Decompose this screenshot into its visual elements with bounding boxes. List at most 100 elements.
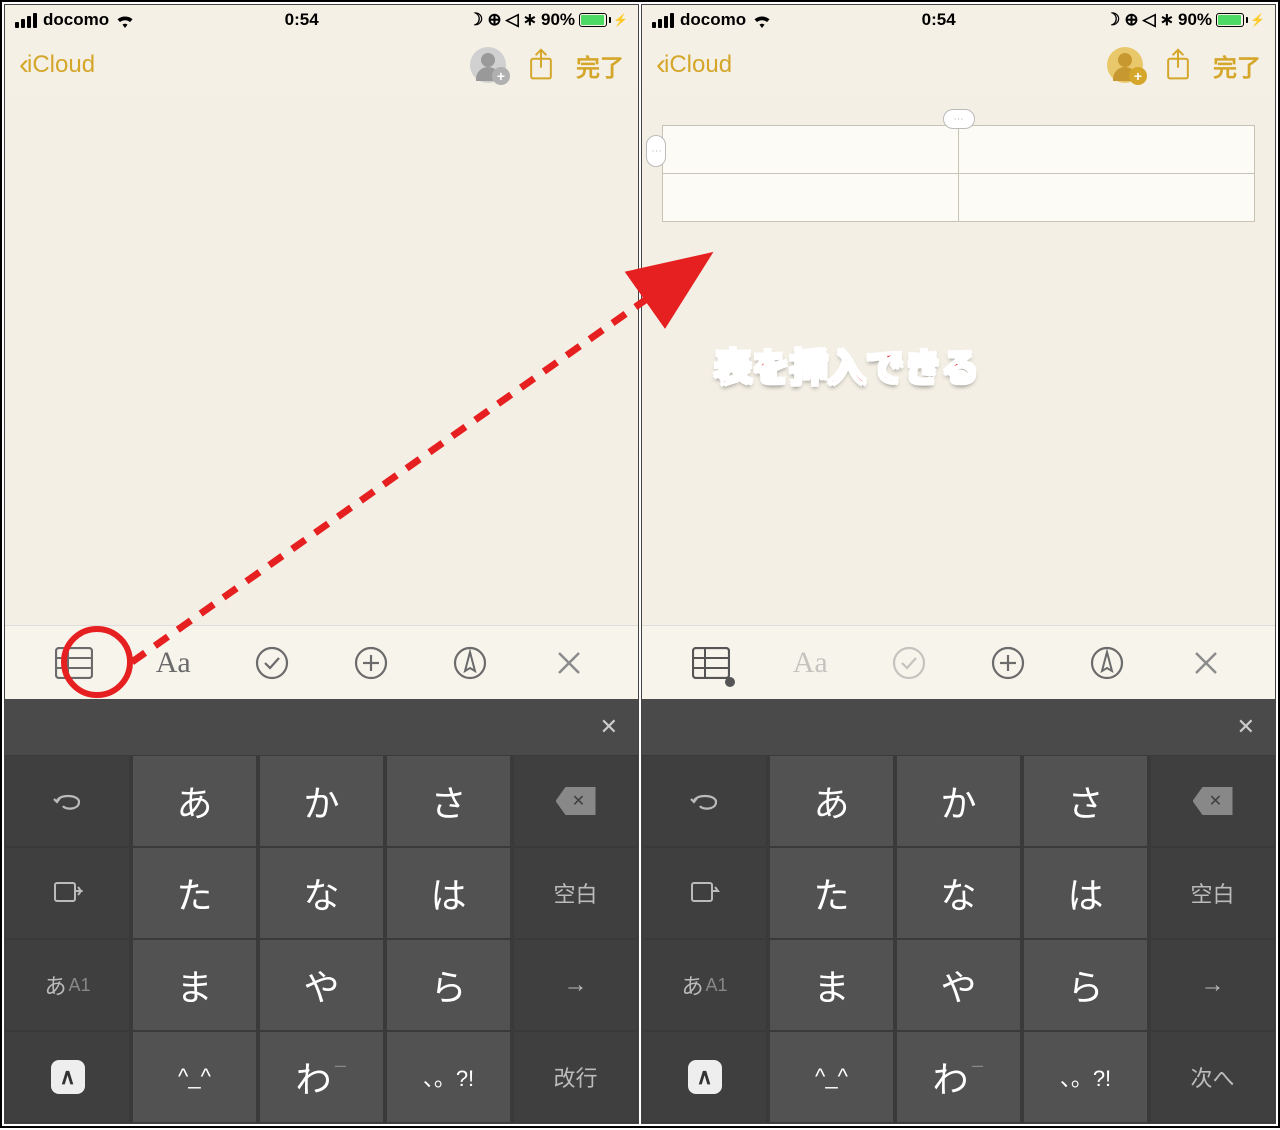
note-content[interactable]: ⋯ ⋮ 表を挿入できる (642, 95, 1275, 625)
checklist-button[interactable] (252, 643, 292, 683)
kana-a-key[interactable]: あ (769, 755, 894, 847)
table-cell[interactable] (959, 126, 1255, 174)
kana-na-key[interactable]: な (896, 847, 1021, 939)
back-button[interactable]: ‹ iCloud (19, 48, 95, 82)
add-button[interactable] (988, 643, 1028, 683)
kana-ya-key[interactable]: や (259, 939, 384, 1031)
collaborate-button[interactable]: + (470, 47, 506, 83)
kana-ma-key[interactable]: ま (769, 939, 894, 1031)
return-key[interactable]: 改行 (513, 1031, 638, 1123)
space-key[interactable]: 空白 (513, 847, 638, 939)
kana-ka-key[interactable]: か (896, 755, 1021, 847)
kana-ya-key[interactable]: や (896, 939, 1021, 1031)
keyboard-top-bar: ✕ (642, 699, 1275, 755)
add-button[interactable] (351, 643, 391, 683)
text-style-button[interactable]: Aa (790, 643, 830, 683)
next-keyboard-key[interactable] (5, 847, 130, 939)
back-label: iCloud (664, 51, 732, 79)
collaborate-button[interactable]: + (1107, 47, 1143, 83)
table-active-dot-icon (725, 677, 735, 687)
keyboard: ✕ あ か さ ✕ た な は 空白 あA1 ま や ら → (642, 699, 1275, 1123)
carrier-label: docomo (680, 10, 746, 30)
draw-button[interactable] (450, 643, 490, 683)
battery-icon: ⚡ (579, 13, 628, 27)
kana-ha-key[interactable]: は (386, 847, 511, 939)
return-key[interactable]: 次へ (1150, 1031, 1275, 1123)
punct-key[interactable]: 、。?! (386, 1031, 511, 1123)
alarm-icon: ⊕ (487, 10, 501, 30)
share-button[interactable] (1163, 48, 1193, 82)
kana-a-key[interactable]: あ (132, 755, 257, 847)
plus-badge-icon: + (492, 67, 510, 85)
battery-icon: ⚡ (1216, 13, 1265, 27)
kana-na-key[interactable]: な (259, 847, 384, 939)
arrow-key[interactable]: → (513, 939, 638, 1031)
dismiss-suggestions-button[interactable]: ✕ (1237, 714, 1255, 740)
table-button[interactable] (691, 643, 731, 683)
keyboard: ✕ あ か さ ✕ た な は 空白 あA1 ま や ら → (5, 699, 638, 1123)
table-row-handle[interactable]: ⋮ (646, 135, 666, 167)
table-column-handle[interactable]: ⋯ (943, 109, 975, 129)
emoticon-key[interactable]: ^_^ (769, 1031, 894, 1123)
text-style-button[interactable]: Aa (153, 643, 193, 683)
punct-key[interactable]: 、。?! (1023, 1031, 1148, 1123)
kana-ha-key[interactable]: は (1023, 847, 1148, 939)
location-icon: ◁ (506, 10, 519, 30)
dismiss-suggestions-button[interactable]: ✕ (600, 714, 618, 740)
phone-right: docomo 0:54 ☽ ⊕ ◁ ∗ 90% ⚡ ‹ iCloud + (641, 4, 1276, 1124)
inserted-table[interactable]: ⋯ ⋮ (662, 125, 1255, 222)
table-button[interactable] (54, 643, 94, 683)
kana-sa-key[interactable]: さ (1023, 755, 1148, 847)
checklist-button[interactable] (889, 643, 929, 683)
wifi-icon (752, 13, 772, 28)
kana-wa-key[interactable]: わー (259, 1031, 384, 1123)
share-button[interactable] (526, 48, 556, 82)
space-key[interactable]: 空白 (1150, 847, 1275, 939)
kana-sa-key[interactable]: さ (386, 755, 511, 847)
done-button[interactable]: 完了 (1213, 48, 1261, 83)
table-cell[interactable] (959, 174, 1255, 222)
plus-badge-icon: + (1129, 67, 1147, 85)
nav-bar: ‹ iCloud + 完了 (642, 35, 1275, 95)
kana-ta-key[interactable]: た (132, 847, 257, 939)
undo-key[interactable] (642, 755, 767, 847)
keyboard-top-bar: ✕ (5, 699, 638, 755)
kana-wa-key[interactable]: わー (896, 1031, 1021, 1123)
table-cell[interactable] (663, 174, 959, 222)
backspace-key[interactable]: ✕ (513, 755, 638, 847)
draw-button[interactable] (1087, 643, 1127, 683)
note-content[interactable] (5, 95, 638, 625)
signal-icon (652, 13, 674, 28)
status-bar: docomo 0:54 ☽ ⊕ ◁ ∗ 90% ⚡ (642, 5, 1275, 35)
back-button[interactable]: ‹ iCloud (656, 48, 732, 82)
kana-ma-key[interactable]: ま (132, 939, 257, 1031)
globe-key[interactable]: ∧ (5, 1031, 130, 1123)
bluetooth-icon: ∗ (1160, 10, 1174, 30)
emoticon-key[interactable]: ^_^ (132, 1031, 257, 1123)
kana-ra-key[interactable]: ら (386, 939, 511, 1031)
globe-key[interactable]: ∧ (642, 1031, 767, 1123)
back-label: iCloud (27, 51, 95, 79)
moon-icon: ☽ (468, 10, 483, 30)
undo-key[interactable] (5, 755, 130, 847)
backspace-key[interactable]: ✕ (1150, 755, 1275, 847)
close-keyboard-button[interactable] (549, 643, 589, 683)
arrow-key[interactable]: → (1150, 939, 1275, 1031)
table-cell[interactable] (663, 126, 959, 174)
callout-label: 表を挿入できる (714, 337, 979, 392)
signal-icon (15, 13, 37, 28)
next-keyboard-key[interactable] (642, 847, 767, 939)
kana-ta-key[interactable]: た (769, 847, 894, 939)
location-icon: ◁ (1143, 10, 1156, 30)
mode-key[interactable]: あA1 (642, 939, 767, 1031)
close-keyboard-button[interactable] (1186, 643, 1226, 683)
battery-pct: 90% (1178, 10, 1212, 30)
mode-key[interactable]: あA1 (5, 939, 130, 1031)
kana-ra-key[interactable]: ら (1023, 939, 1148, 1031)
phone-left: docomo 0:54 ☽ ⊕ ◁ ∗ 90% ⚡ ‹ iCloud + (4, 4, 639, 1124)
clock: 0:54 (285, 10, 319, 30)
wifi-icon (115, 13, 135, 28)
alarm-icon: ⊕ (1124, 10, 1138, 30)
done-button[interactable]: 完了 (576, 48, 624, 83)
kana-ka-key[interactable]: か (259, 755, 384, 847)
